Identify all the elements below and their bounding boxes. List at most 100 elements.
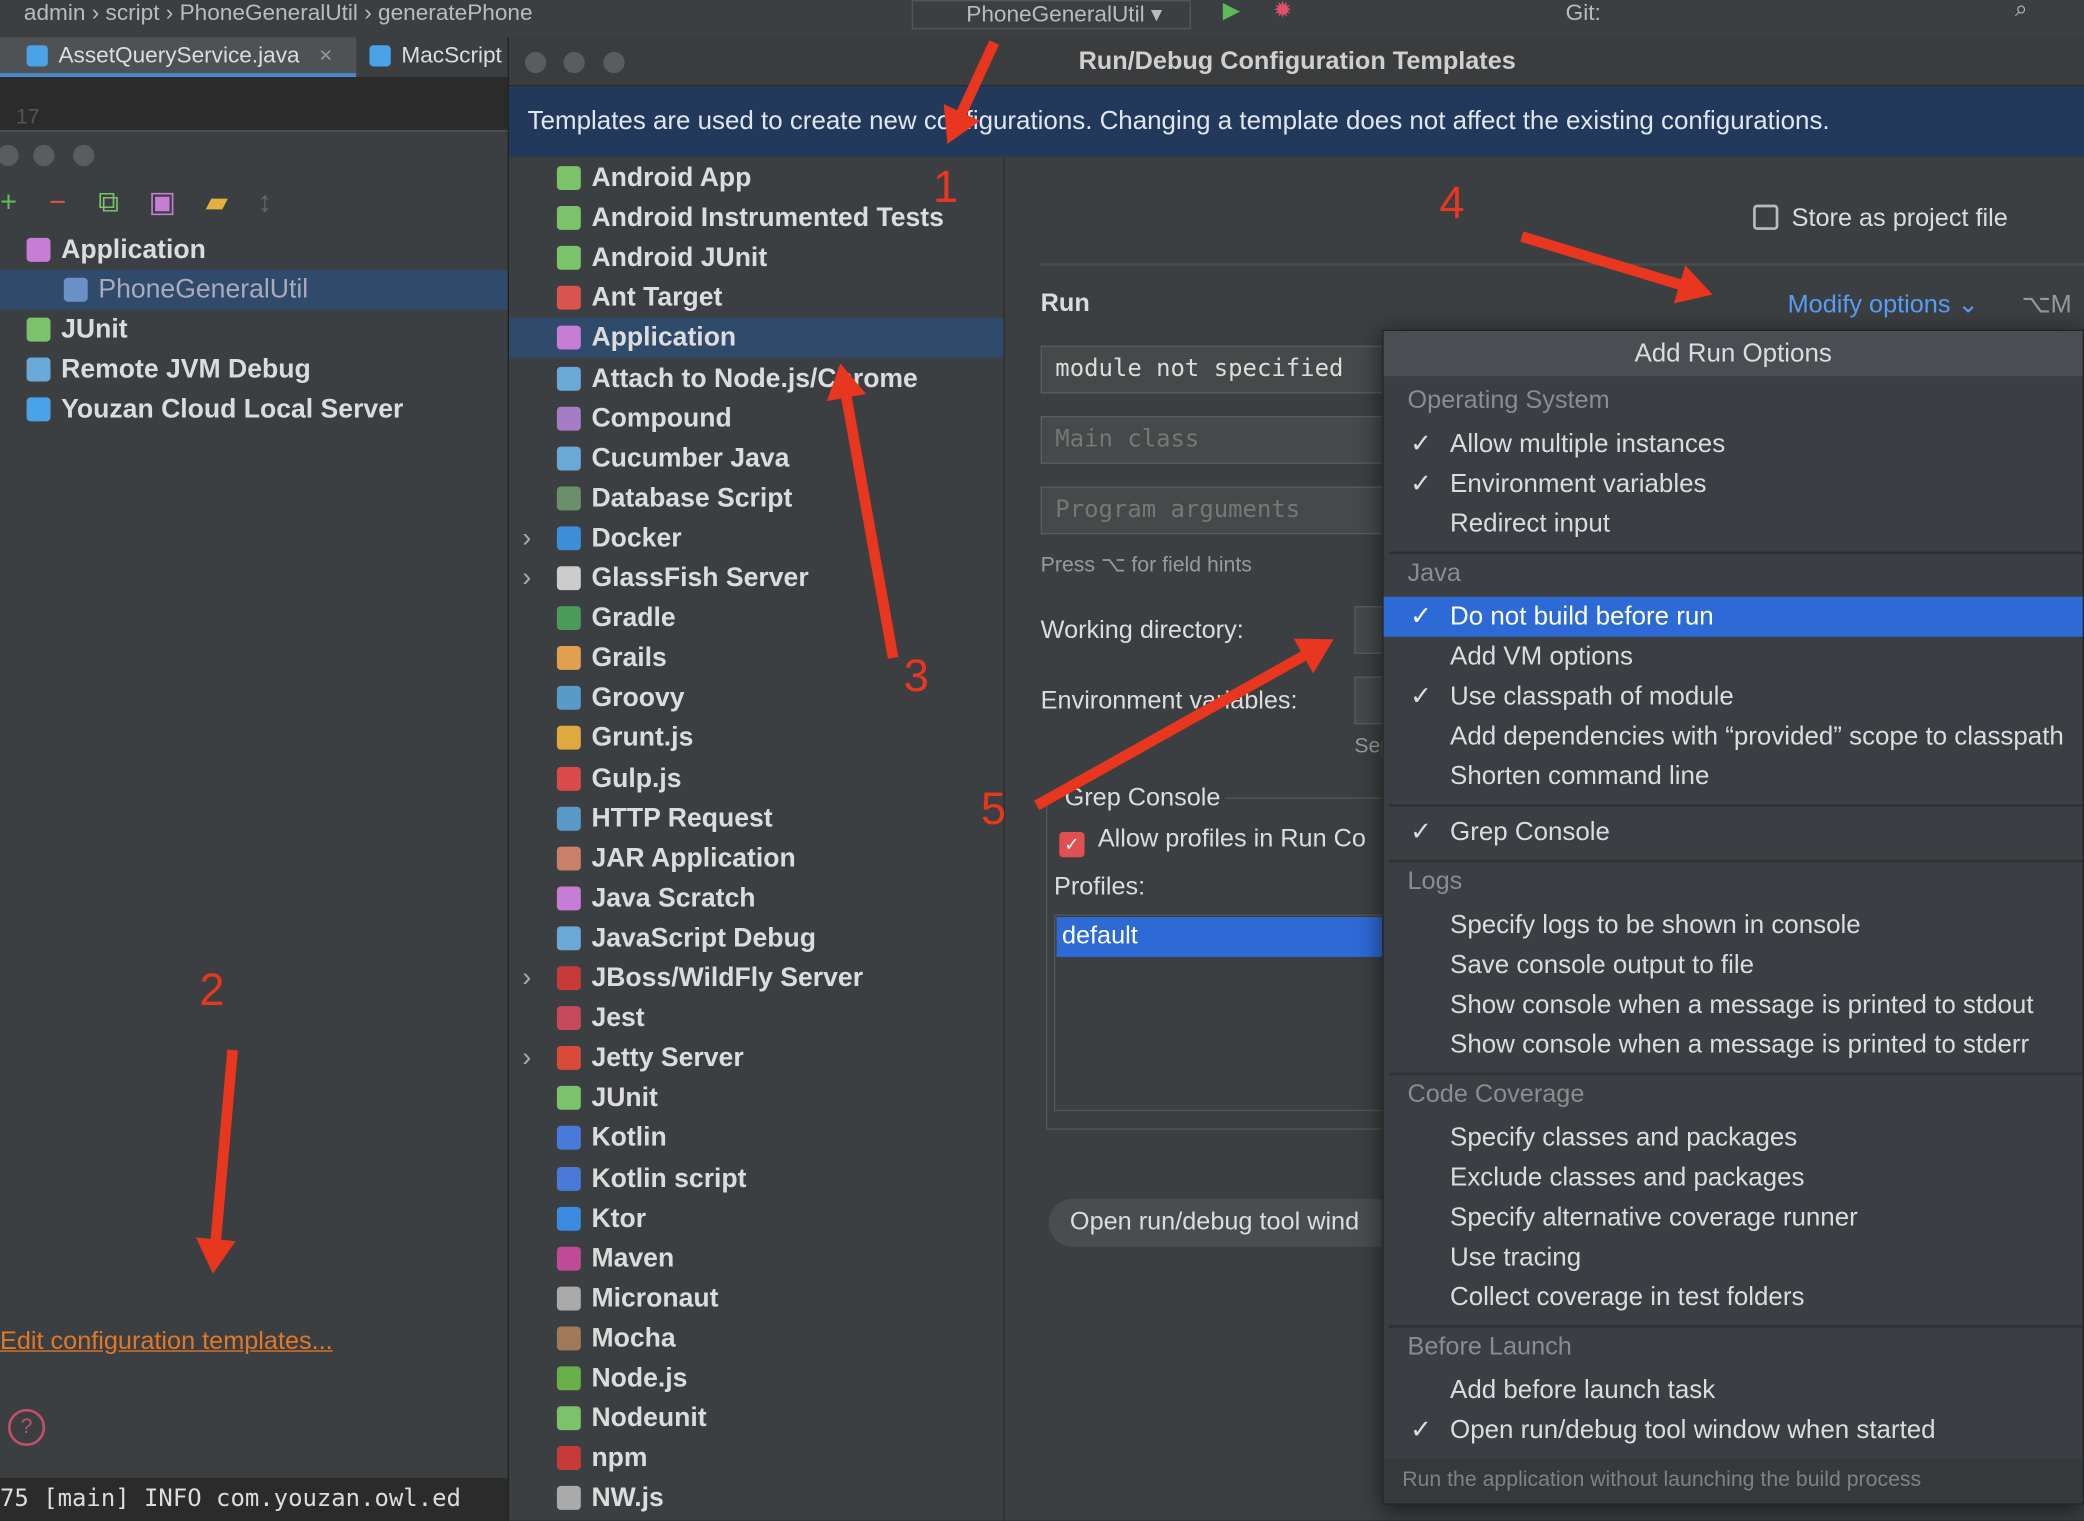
template-item[interactable]: Kotlin bbox=[509, 1118, 1003, 1158]
template-item[interactable]: Jest bbox=[509, 998, 1003, 1038]
template-item[interactable]: Java Scratch bbox=[509, 878, 1003, 918]
run-option-item[interactable]: Specify logs to be shown in console bbox=[1384, 905, 2083, 945]
debug-icon[interactable]: ✹ bbox=[1273, 0, 1292, 24]
tab-macscript[interactable]: MacScript bbox=[369, 37, 502, 77]
template-item[interactable]: Android App bbox=[509, 158, 1003, 198]
run-icon[interactable]: ▶ bbox=[1223, 0, 1240, 24]
window-minimize-button[interactable] bbox=[33, 144, 55, 167]
template-item[interactable]: Node.js bbox=[509, 1358, 1003, 1398]
templates-list[interactable]: Android App Android Instrumented Tests And… bbox=[509, 156, 1005, 1521]
run-option-item[interactable]: ✓ Do not build before run bbox=[1383, 596, 2083, 637]
template-item[interactable]: Database Script bbox=[509, 478, 1003, 518]
dialog-close-button[interactable] bbox=[524, 51, 547, 74]
close-icon[interactable]: × bbox=[319, 43, 332, 68]
help-icon[interactable]: ? bbox=[7, 1408, 46, 1447]
run-option-item[interactable]: Exclude classes and packages bbox=[1384, 1158, 2083, 1198]
checkbox-icon[interactable] bbox=[1753, 204, 1779, 230]
run-option-item[interactable]: Show console when a message is printed t… bbox=[1384, 985, 2083, 1025]
profile-item[interactable]: default bbox=[1056, 917, 1437, 957]
server-icon bbox=[26, 397, 51, 422]
template-item[interactable]: JAR Application bbox=[509, 838, 1003, 878]
main-class-field[interactable]: Main class bbox=[1040, 416, 1440, 464]
chevron-right-icon[interactable]: › bbox=[522, 1038, 531, 1078]
template-item[interactable]: Ktor bbox=[509, 1198, 1003, 1238]
config-tree-item[interactable]: JUnit bbox=[26, 310, 128, 350]
template-item[interactable]: Android JUnit bbox=[509, 238, 1003, 278]
template-item[interactable]: Ant Target bbox=[509, 278, 1003, 318]
config-tree-item[interactable]: PhoneGeneralUtil bbox=[0, 269, 508, 310]
template-item[interactable]: Grunt.js bbox=[509, 718, 1003, 758]
run-option-item[interactable]: Specify classes and packages bbox=[1384, 1118, 2083, 1158]
folder-icon[interactable]: ▰ bbox=[206, 185, 228, 218]
config-tree-item[interactable]: Application bbox=[26, 230, 206, 270]
run-option-item[interactable]: Save console output to file bbox=[1384, 945, 2083, 985]
checkbox-checked-icon[interactable]: ✓ bbox=[1059, 832, 1085, 858]
run-option-item[interactable]: ✓ Use classpath of module bbox=[1384, 677, 2083, 717]
run-option-item[interactable]: ✓ Grep Console bbox=[1384, 812, 2083, 852]
window-close-button[interactable] bbox=[0, 144, 19, 167]
template-item[interactable]: Android Instrumented Tests bbox=[509, 198, 1003, 238]
run-option-item[interactable]: ✓ Environment variables bbox=[1384, 464, 2083, 504]
run-option-item[interactable]: Collect coverage in test folders bbox=[1384, 1277, 2083, 1317]
copy-icon[interactable]: ⧉ bbox=[98, 185, 119, 218]
template-item[interactable]: npm bbox=[509, 1438, 1003, 1478]
sort-icon[interactable]: ↕ bbox=[258, 185, 273, 218]
template-item[interactable]: Nodeunit bbox=[509, 1398, 1003, 1438]
template-item[interactable]: Attach to Node.js/Chrome bbox=[509, 358, 1003, 398]
config-tree-item[interactable]: Youzan Cloud Local Server bbox=[26, 389, 404, 429]
popup-section-header: Code Coverage bbox=[1407, 1080, 1585, 1109]
search-icon[interactable]: ⌕ bbox=[2015, 0, 2028, 23]
template-item[interactable]: Gradle bbox=[509, 598, 1003, 638]
template-item[interactable]: › JBoss/WildFly Server bbox=[509, 958, 1003, 998]
add-icon[interactable]: + bbox=[0, 185, 17, 218]
program-arguments-field[interactable]: Program arguments bbox=[1040, 486, 1440, 535]
template-item[interactable]: Gulp.js bbox=[509, 758, 1003, 798]
template-label: Gradle bbox=[591, 603, 676, 633]
run-option-item[interactable]: Add before launch task bbox=[1384, 1370, 2083, 1410]
template-item[interactable]: Compound bbox=[509, 398, 1003, 438]
run-config-selector[interactable]: PhoneGeneralUtil ▾ bbox=[911, 0, 1191, 30]
window-zoom-button[interactable] bbox=[73, 144, 95, 167]
module-select[interactable]: module not specified bbox=[1040, 345, 1440, 394]
template-item[interactable]: Cucumber Java bbox=[509, 438, 1003, 478]
template-item[interactable]: Micronaut bbox=[509, 1278, 1003, 1318]
run-option-item[interactable]: Redirect input bbox=[1384, 504, 2083, 544]
chevron-right-icon[interactable]: › bbox=[522, 518, 531, 558]
template-item[interactable]: Maven bbox=[509, 1238, 1003, 1278]
template-item[interactable]: JavaScript Debug bbox=[509, 918, 1003, 958]
modify-options-button[interactable]: Modify options ⌄ bbox=[1788, 290, 1979, 321]
save-icon[interactable]: ▣ bbox=[149, 185, 177, 218]
template-item[interactable]: Mocha bbox=[509, 1318, 1003, 1358]
config-tree-item[interactable]: Remote JVM Debug bbox=[26, 350, 311, 390]
template-item[interactable]: › Docker bbox=[509, 518, 1003, 558]
dialog-zoom-button[interactable] bbox=[603, 51, 625, 74]
run-option-item[interactable]: Show console when a message is printed t… bbox=[1384, 1025, 2083, 1065]
remove-icon[interactable]: − bbox=[49, 185, 66, 218]
template-item[interactable]: HTTP Request bbox=[509, 798, 1003, 838]
tree-item-label: Application bbox=[61, 235, 206, 265]
allow-profiles-checkbox[interactable]: ✓ Allow profiles in Run Co bbox=[1059, 825, 1366, 858]
run-option-item[interactable]: Add dependencies with “provided” scope t… bbox=[1384, 716, 2083, 756]
store-as-project-checkbox[interactable]: Store as project file bbox=[1753, 204, 2008, 234]
template-item[interactable]: NW.js bbox=[509, 1478, 1003, 1518]
run-option-item[interactable]: Use tracing bbox=[1384, 1237, 2083, 1277]
template-item[interactable]: › Jetty Server bbox=[509, 1038, 1003, 1078]
tab-assetqueryservice[interactable]: AssetQueryService.java × bbox=[0, 37, 357, 78]
run-option-item[interactable]: ✓ Allow multiple instances bbox=[1384, 424, 2083, 464]
edit-templates-link[interactable]: Edit configuration templates... bbox=[0, 1328, 333, 1357]
run-option-item[interactable]: Specify alternative coverage runner bbox=[1384, 1198, 2083, 1238]
template-item[interactable]: Grails bbox=[509, 638, 1003, 678]
template-item[interactable]: Application bbox=[509, 318, 1004, 359]
chevron-right-icon[interactable]: › bbox=[522, 958, 531, 998]
template-item[interactable]: Kotlin script bbox=[509, 1158, 1003, 1198]
run-option-item[interactable]: Shorten command line bbox=[1384, 756, 2083, 796]
environment-variables-label: Environment variables: bbox=[1040, 687, 1298, 716]
run-option-item[interactable]: ✓ Open run/debug tool window when started bbox=[1384, 1410, 2083, 1450]
dialog-minimize-button[interactable] bbox=[563, 51, 585, 74]
chevron-right-icon[interactable]: › bbox=[522, 558, 531, 598]
breadcrumb[interactable]: admin › script › PhoneGeneralUtil › gene… bbox=[24, 0, 533, 27]
template-item[interactable]: JUnit bbox=[509, 1078, 1003, 1118]
template-item[interactable]: › GlassFish Server bbox=[509, 558, 1003, 598]
run-option-item[interactable]: Add VM options bbox=[1384, 637, 2083, 677]
template-item[interactable]: Groovy bbox=[509, 678, 1003, 718]
